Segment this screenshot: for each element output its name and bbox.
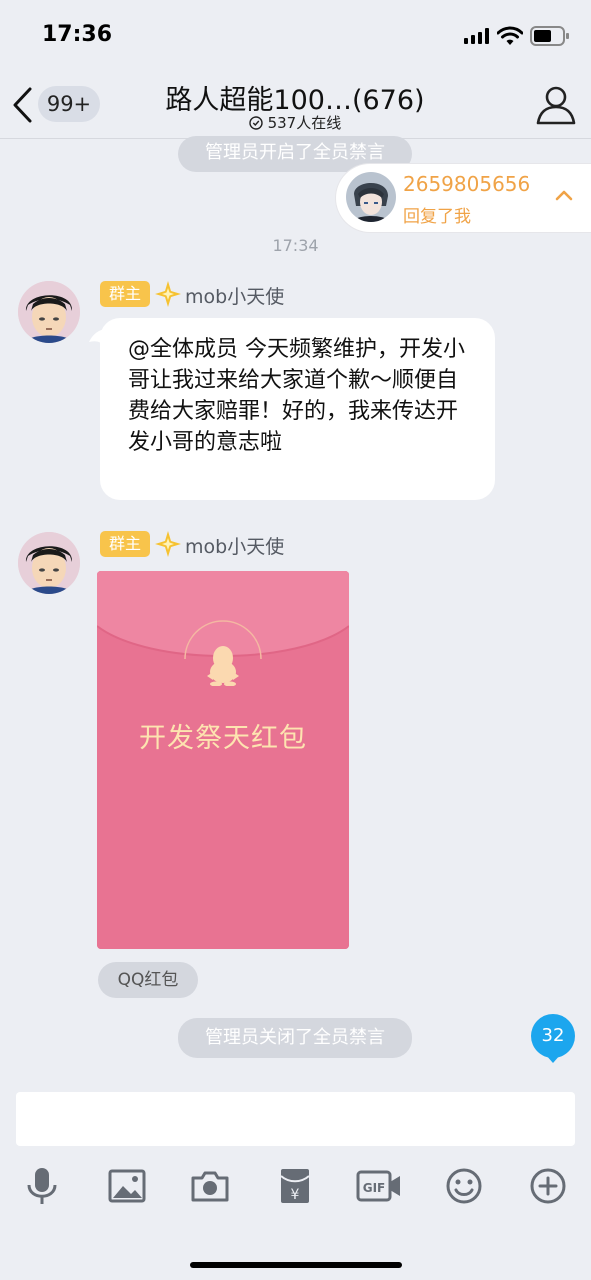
- online-count-text: 537人在线: [267, 114, 342, 132]
- new-message-count-badge[interactable]: 32: [531, 1014, 575, 1058]
- clock-icon: [249, 116, 263, 130]
- microphone-icon[interactable]: [22, 1166, 62, 1206]
- online-count[interactable]: 537人在线: [200, 112, 390, 133]
- emoji-icon[interactable]: [444, 1166, 484, 1206]
- image-icon[interactable]: [107, 1166, 147, 1206]
- status-time: 17:36: [42, 22, 113, 47]
- camera-icon[interactable]: [190, 1166, 230, 1206]
- plus-icon[interactable]: [528, 1166, 568, 1206]
- sender-name[interactable]: mob小天使: [185, 282, 284, 309]
- group-members-icon[interactable]: [534, 83, 578, 127]
- badge-tail: [545, 1054, 561, 1063]
- penguin-icon: [207, 646, 239, 686]
- battery-icon: [530, 26, 569, 46]
- reply-qq-number: 2659805656: [403, 172, 531, 196]
- back-icon[interactable]: [10, 86, 36, 124]
- sender-name[interactable]: mob小天使: [185, 532, 284, 559]
- red-packet-type-label: QQ红包: [98, 962, 198, 998]
- reply-label: 回复了我: [403, 207, 471, 227]
- message-timestamp: 17:34: [272, 236, 319, 255]
- red-packet-icon[interactable]: ¥: [275, 1166, 315, 1206]
- svg-text:¥: ¥: [291, 1187, 300, 1203]
- gif-icon[interactable]: GIF: [356, 1168, 402, 1204]
- chevron-up-icon[interactable]: [552, 186, 576, 206]
- home-indicator: [190, 1262, 402, 1268]
- red-packet[interactable]: [97, 571, 349, 949]
- sparkle-icon: [155, 281, 181, 307]
- owner-badge: 群主: [100, 531, 150, 557]
- message-input[interactable]: [16, 1092, 575, 1146]
- owner-badge: 群主: [100, 281, 150, 307]
- system-message-mute-off: 管理员关闭了全员禁言: [178, 1018, 412, 1058]
- wifi-icon: [497, 26, 523, 45]
- sparkle-icon: [155, 531, 181, 557]
- reply-avatar[interactable]: [346, 172, 396, 222]
- sender-avatar[interactable]: [18, 281, 80, 343]
- message-text: @全体成员 今天频繁维护，开发小哥让我过来给大家道个歉～顺便自费给大家赔罪！好的…: [128, 337, 465, 455]
- unread-count-badge[interactable]: 99+: [38, 86, 100, 122]
- svg-text:GIF: GIF: [363, 1181, 386, 1195]
- signal-icon: [464, 28, 490, 44]
- sender-avatar[interactable]: [18, 532, 80, 594]
- red-packet-title: 开发祭天红包: [139, 723, 307, 754]
